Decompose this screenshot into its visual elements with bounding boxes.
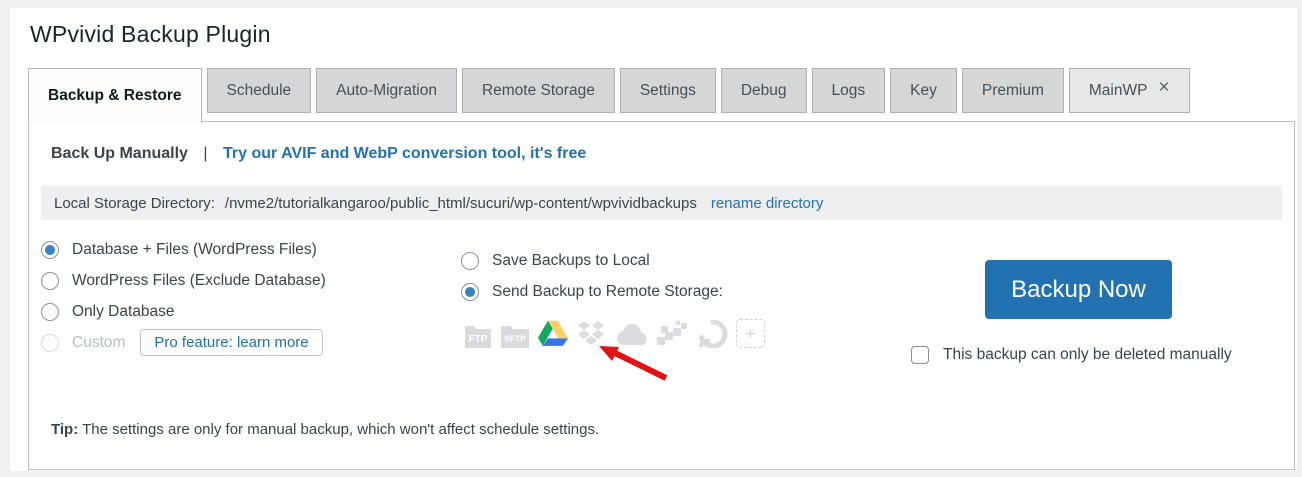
manual-backup-options: Database + Files (WordPress Files) WordP… [29,220,1294,384]
tab-settings[interactable]: Settings [619,68,716,113]
plus-icon: + [745,323,756,343]
radio-icon [41,271,59,290]
admin-content-surface: WPvivid Backup Plugin Backup & Restore S… [10,8,1297,471]
backup-now-button[interactable]: Backup Now [985,260,1172,319]
radio-icon [41,240,59,259]
radio-save-backups-local[interactable]: Save Backups to Local [461,245,911,276]
tab-debug[interactable]: Debug [720,68,807,113]
checkbox-label: This backup can only be deleted manually [943,346,1232,363]
backup-content-column: Database + Files (WordPress Files) WordP… [41,234,461,384]
tab-label: Premium [981,81,1044,99]
checkbox-icon [911,346,929,364]
tab-label: Schedule [226,81,292,99]
radio-label: Database + Files (WordPress Files) [72,240,317,258]
tab-label: Remote Storage [481,81,595,99]
manual-delete-checkbox-row[interactable]: This backup can only be deleted manually [911,346,1294,364]
radio-label: Custom [72,333,126,351]
radio-icon [461,282,479,301]
radio-label: Only Database [72,302,175,320]
tab-label: Logs [831,81,866,99]
add-storage-button[interactable]: + [736,319,765,348]
tab-premium[interactable]: Premium [961,68,1064,113]
tab-label: Backup & Restore [48,87,182,104]
onedrive-storage-icon[interactable] [614,322,648,348]
avif-webp-promo-link[interactable]: Try our AVIF and WebP conversion tool, i… [223,145,586,162]
back-up-manually-heading: Back Up Manually [51,145,188,162]
radio-icon [41,333,59,352]
page-title: WPvivid Backup Plugin [30,21,271,47]
plugin-tab-bar: Backup & Restore Schedule Auto-Migration… [28,68,1297,123]
svg-text:FTP: FTP [469,334,488,345]
tip-label: Tip: [51,421,79,438]
directory-label: Local Storage Directory: [54,194,215,212]
wpvivid-plugin-page: WPvivid Backup Plugin Backup & Restore S… [0,0,1302,477]
tab-mainwp[interactable]: MainWP × [1068,68,1190,113]
radio-label: WordPress Files (Exclude Database) [72,271,326,289]
radio-label: Save Backups to Local [492,251,650,269]
radio-wordpress-files[interactable]: WordPress Files (Exclude Database) [41,265,461,296]
radio-send-remote-storage[interactable]: Send Backup to Remote Storage: [461,276,911,307]
tab-remote-storage[interactable]: Remote Storage [461,68,615,113]
svg-text:SFTP: SFTP [504,334,526,344]
backup-destination-column: Save Backups to Local Send Backup to Rem… [461,234,911,384]
radio-icon [41,302,59,321]
panel-header: Back Up Manually | Try our AVIF and WebP… [29,122,1294,166]
radio-custom-disabled: Custom Pro feature: learn more [41,327,461,358]
dropbox-storage-icon[interactable] [576,320,606,348]
remote-storage-icons: FTP SFTP + [464,316,911,348]
backup-action-column: Backup Now This backup can only be delet… [911,234,1294,384]
tab-label: Key [910,81,937,99]
tab-schedule[interactable]: Schedule [206,68,312,113]
tab-backup-restore[interactable]: Backup & Restore [28,68,202,123]
tab-key[interactable]: Key [890,68,957,113]
local-storage-directory-bar: Local Storage Directory: /nvme2/tutorial… [41,186,1282,220]
amazon-s3-storage-icon[interactable] [656,320,690,348]
directory-path: /nvme2/tutorialkangaroo/public_html/sucu… [224,194,697,212]
tab-label: Debug [740,81,787,99]
tip-note: Tip: The settings are only for manual ba… [29,384,1294,438]
tab-logs[interactable]: Logs [811,68,886,113]
sftp-storage-icon[interactable]: SFTP [500,322,530,348]
radio-label: Send Backup to Remote Storage: [492,282,723,300]
tab-auto-migration[interactable]: Auto-Migration [316,68,457,113]
tip-text: The settings are only for manual backup,… [78,421,600,438]
digitalocean-storage-icon[interactable] [698,320,728,348]
tab-label: Settings [639,81,696,99]
ftp-storage-icon[interactable]: FTP [464,322,492,348]
radio-icon [461,251,479,270]
radio-only-database[interactable]: Only Database [41,296,461,327]
tab-label: MainWP [1088,81,1148,99]
rename-directory-link[interactable]: rename directory [711,195,824,212]
radio-database-plus-files[interactable]: Database + Files (WordPress Files) [41,234,461,265]
header-separator: | [203,145,208,162]
tab-label: Auto-Migration [336,81,437,99]
backup-restore-panel: Back Up Manually | Try our AVIF and WebP… [28,121,1295,470]
close-icon[interactable]: × [1158,78,1169,97]
google-drive-storage-icon[interactable] [538,320,568,348]
pro-feature-learn-more-button[interactable]: Pro feature: learn more [140,329,323,356]
